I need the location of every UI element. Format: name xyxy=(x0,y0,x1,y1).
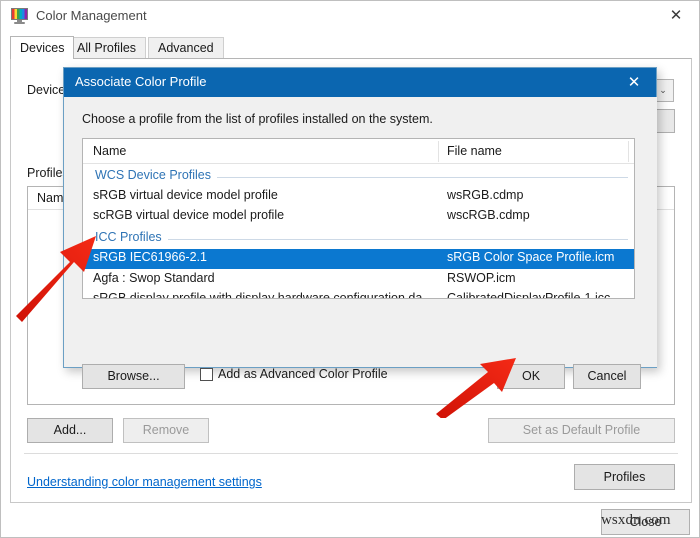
list-item-selected[interactable]: sRGB IEC61966-2.1 sRGB Color Space Profi… xyxy=(83,249,634,269)
group-header-wcs: WCS Device Profiles xyxy=(83,167,634,186)
dialog-prompt: Choose a profile from the list of profil… xyxy=(82,112,433,126)
list-item[interactable]: sRGB display profile with display hardwa… xyxy=(83,290,634,299)
profile-name: sRGB IEC61966-2.1 xyxy=(93,250,207,264)
column-divider-1 xyxy=(438,141,439,162)
window-titlebar: Color Management ✕ xyxy=(1,1,699,32)
profile-name: scRGB virtual device model profile xyxy=(93,208,285,222)
dialog-body: Choose a profile from the list of profil… xyxy=(65,97,657,389)
associate-color-profile-dialog: Associate Color Profile ✕ Choose a profi… xyxy=(63,67,657,389)
profile-name: Agfa : Swop Standard xyxy=(93,271,215,285)
list-item[interactable]: Agfa : Swop Standard RSWOP.icm xyxy=(83,270,634,290)
column-divider-2 xyxy=(628,141,629,162)
color-monitor-icon xyxy=(11,8,28,24)
cancel-button[interactable]: Cancel xyxy=(573,364,641,389)
profile-file-name: sRGB Color Space Profile.icm xyxy=(447,250,615,264)
profile-file-name: wscRGB.cdmp xyxy=(447,208,530,222)
column-header-file-name[interactable]: File name xyxy=(447,144,502,158)
understanding-color-management-link[interactable]: Understanding color management settings xyxy=(27,475,262,489)
group-header-icc: ICC Profiles xyxy=(83,229,634,248)
dialog-close-icon[interactable]: ✕ xyxy=(618,70,650,95)
watermark-bottom-right: wsxdn.com xyxy=(601,512,671,528)
dialog-title: Associate Color Profile xyxy=(75,74,207,89)
tab-advanced[interactable]: Advanced xyxy=(148,37,224,58)
footer-divider xyxy=(24,453,678,454)
profile-list[interactable]: Name File name WCS Device Profiles sRGB … xyxy=(82,138,635,299)
tabstrip: Devices All Profiles Advanced xyxy=(10,36,692,59)
profile-file-name: RSWOP.icm xyxy=(447,271,516,285)
dialog-titlebar: Associate Color Profile ✕ xyxy=(64,68,656,97)
screenshot-root: Color Management ✕ Devices All Profiles … xyxy=(0,0,700,538)
list-item[interactable]: scRGB virtual device model profile wscRG… xyxy=(83,207,634,227)
profile-list-header: Name File name xyxy=(83,139,634,164)
tab-all-profiles[interactable]: All Profiles xyxy=(67,37,147,58)
group-rule xyxy=(95,239,628,240)
checkbox-box[interactable] xyxy=(200,368,213,381)
browse-button[interactable]: Browse... xyxy=(82,364,185,389)
column-header-name[interactable]: Name xyxy=(93,144,126,158)
profile-name: sRGB display profile with display hardwa… xyxy=(93,291,438,299)
list-item[interactable]: sRGB virtual device model profile wsRGB.… xyxy=(83,187,634,207)
set-as-default-profile-button: Set as Default Profile xyxy=(488,418,675,443)
profiles-button[interactable]: Profiles xyxy=(574,464,675,490)
ok-button[interactable]: OK xyxy=(497,364,565,389)
window-close-icon[interactable]: ✕ xyxy=(661,5,691,27)
group-label: WCS Device Profiles xyxy=(95,168,217,182)
remove-button: Remove xyxy=(123,418,209,443)
add-button[interactable]: Add... xyxy=(27,418,113,443)
window-title: Color Management xyxy=(36,8,147,23)
group-label: ICC Profiles xyxy=(95,230,168,244)
tab-devices[interactable]: Devices xyxy=(10,36,75,59)
profile-file-name: wsRGB.cdmp xyxy=(447,188,524,202)
profile-name: sRGB virtual device model profile xyxy=(93,188,278,202)
checkbox-label: Add as Advanced Color Profile xyxy=(218,367,388,381)
profile-file-name: CalibratedDisplayProfile-1.icc xyxy=(447,291,611,299)
